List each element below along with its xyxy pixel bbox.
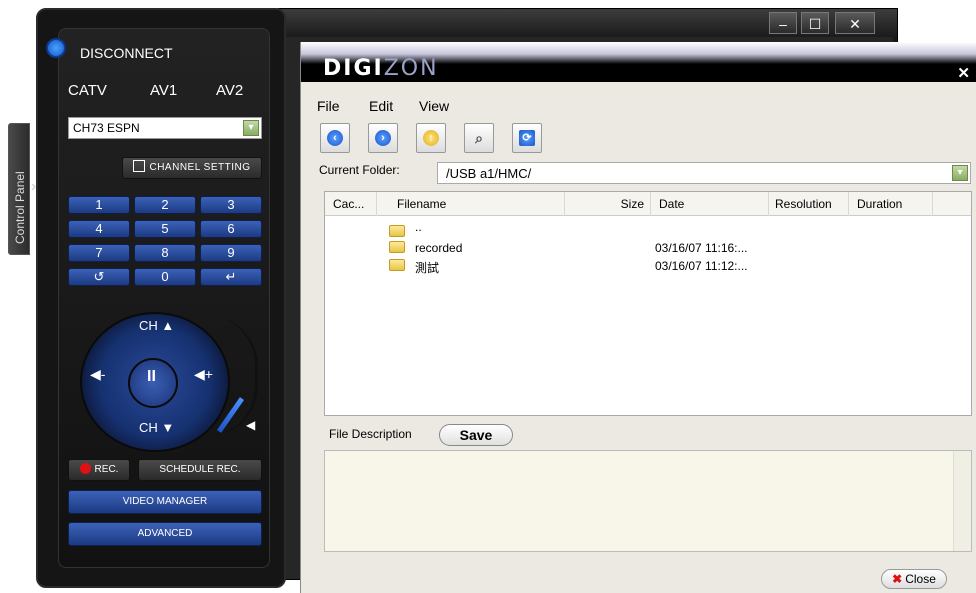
disconnect-icon[interactable] <box>46 38 66 58</box>
minimize-button[interactable]: – <box>769 12 797 34</box>
control-panel-tab[interactable]: Control Panel <box>8 123 30 255</box>
key-1-button[interactable]: 1 <box>68 196 130 214</box>
menu-file[interactable]: File <box>317 98 340 114</box>
key-3-button[interactable]: 3 <box>200 196 262 214</box>
file-name: recorded <box>415 241 463 255</box>
folder-icon <box>389 259 405 271</box>
previous-channel-button[interactable]: ↺ <box>68 268 130 286</box>
column-filename[interactable]: Filename <box>377 192 565 216</box>
file-browser-window: DIGIZON ✕ File Edit View ‹ › ↑ ⌕ ⟳ Curre… <box>300 42 976 593</box>
search-button[interactable]: ⌕ <box>464 123 494 153</box>
list-item[interactable]: recorded 03/16/07 11:16:... <box>325 240 971 256</box>
mute-icon[interactable]: ◀ <box>246 418 255 432</box>
volume-up-button[interactable]: ◀+ <box>194 366 213 383</box>
record-button[interactable]: REC. <box>68 459 130 481</box>
up-folder-icon: ↑ <box>423 130 439 146</box>
menu-edit[interactable]: Edit <box>369 98 393 114</box>
close-icon: ✖ <box>892 572 903 586</box>
file-date: 03/16/07 11:16:... <box>655 241 748 255</box>
enter-button[interactable]: ↵ <box>200 268 262 286</box>
digizon-logo: DIGIZON <box>323 56 439 81</box>
disconnect-button[interactable]: DISCONNECT <box>80 45 173 61</box>
volume-down-button[interactable]: ◀- <box>90 366 105 383</box>
back-icon: ‹ <box>327 130 343 146</box>
folder-icon <box>389 225 405 237</box>
column-size[interactable]: Size <box>565 192 651 216</box>
source-av2-button[interactable]: AV2 <box>216 82 243 99</box>
file-list[interactable]: Cac... Filename Size Date Resolution Dur… <box>324 191 972 416</box>
maximize-button[interactable]: ☐ <box>801 12 829 34</box>
file-list-header: Cac... Filename Size Date Resolution Dur… <box>325 192 971 216</box>
up-folder-button[interactable]: ↑ <box>416 123 446 153</box>
column-duration[interactable]: Duration <box>849 192 933 216</box>
file-date: 03/16/07 11:12:... <box>655 259 748 273</box>
advanced-button[interactable]: ADVANCED <box>68 522 262 546</box>
file-description-textarea[interactable] <box>324 450 972 552</box>
key-5-button[interactable]: 5 <box>134 220 196 238</box>
key-6-button[interactable]: 6 <box>200 220 262 238</box>
video-manager-button[interactable]: VIDEO MANAGER <box>68 490 262 514</box>
refresh-button[interactable]: ⟳ <box>512 123 542 153</box>
record-icon <box>79 463 91 474</box>
close-button[interactable]: ✖ Close <box>881 569 947 589</box>
channel-down-button[interactable]: CH ▼ <box>139 420 174 435</box>
forward-icon: › <box>375 130 391 146</box>
column-date[interactable]: Date <box>651 192 769 216</box>
list-item[interactable]: 測試 03/16/07 11:12:... <box>325 258 971 275</box>
key-7-button[interactable]: 7 <box>68 244 130 262</box>
key-8-button[interactable]: 8 <box>134 244 196 262</box>
search-icon: ⌕ <box>475 130 483 146</box>
list-item[interactable]: .. <box>325 220 971 240</box>
channel-select[interactable]: CH73 ESPN ▾ <box>68 117 262 139</box>
remote-body <box>58 28 270 568</box>
file-browser-titlebar[interactable]: DIGIZON ✕ <box>301 42 976 82</box>
column-cache[interactable]: Cac... <box>325 192 377 216</box>
key-9-button[interactable]: 9 <box>200 244 262 262</box>
key-2-button[interactable]: 2 <box>134 196 196 214</box>
folder-icon <box>389 241 405 253</box>
menu-view[interactable]: View <box>419 98 449 114</box>
key-0-button[interactable]: 0 <box>134 268 196 286</box>
menu-bar: File Edit View <box>317 98 449 114</box>
column-resolution[interactable]: Resolution <box>769 192 849 216</box>
file-name: .. <box>415 220 422 234</box>
chevron-down-icon[interactable]: ▾ <box>243 120 259 136</box>
channel-setting-button[interactable]: CHANNEL SETTING <box>122 157 262 179</box>
refresh-icon: ⟳ <box>519 130 535 146</box>
source-av1-button[interactable]: AV1 <box>150 82 177 99</box>
channel-list-icon <box>133 160 146 172</box>
source-catv-button[interactable]: CATV <box>68 82 107 99</box>
channel-setting-label: CHANNEL SETTING <box>149 162 251 173</box>
schedule-record-button[interactable]: SCHEDULE REC. <box>138 459 262 481</box>
forward-button[interactable]: › <box>368 123 398 153</box>
file-description-label: File Description <box>329 427 412 441</box>
control-panel-tab-label: Control Panel <box>13 171 27 244</box>
window-close-button[interactable]: ✕ <box>835 12 875 34</box>
back-button[interactable]: ‹ <box>320 123 350 153</box>
background-window-titlebar[interactable]: – ☐ ✕ <box>279 9 897 37</box>
key-4-button[interactable]: 4 <box>68 220 130 238</box>
pause-icon: II <box>147 368 156 385</box>
current-folder-value: /USB a1/HMC/ <box>446 166 532 181</box>
record-label: REC. <box>94 464 119 475</box>
scrollbar[interactable] <box>953 451 971 551</box>
close-icon[interactable]: ✕ <box>957 64 970 82</box>
current-folder-field[interactable]: /USB a1/HMC/ ▾ <box>437 162 971 184</box>
file-name: 測試 <box>415 261 440 275</box>
screen: – ☐ ✕ Control Panel › DISCONNECT CATV AV… <box>0 0 976 593</box>
current-folder-label: Current Folder: <box>319 163 400 177</box>
save-button[interactable]: Save <box>439 424 513 446</box>
chevron-down-icon[interactable]: ▾ <box>952 165 968 181</box>
channel-select-value: CH73 ESPN <box>73 121 140 135</box>
channel-up-button[interactable]: CH ▲ <box>139 318 174 333</box>
close-label: Close <box>905 572 936 586</box>
